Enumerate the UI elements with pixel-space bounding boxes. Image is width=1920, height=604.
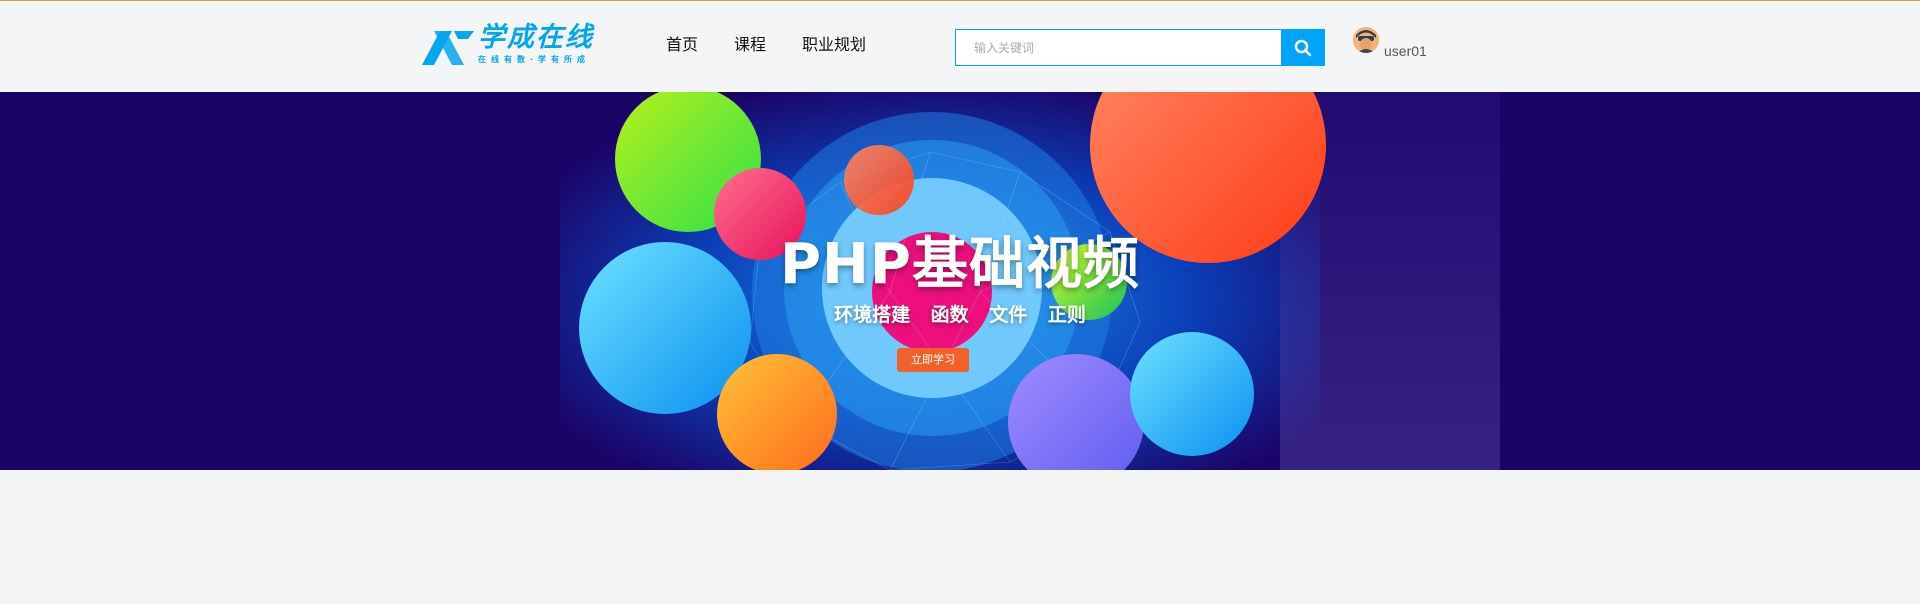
site-logo[interactable]: 学成在线 在线有数·学有所成 [420,22,600,69]
nav-item-courses[interactable]: 课程 [734,35,766,57]
user-avatar[interactable] [1353,27,1379,53]
search-bar [955,29,1325,66]
user-name[interactable]: user01 [1384,43,1427,59]
logo-x-icon [422,31,474,65]
logo-brand-text: 学成在线 [478,22,594,53]
search-input[interactable] [955,29,1281,66]
main-nav: 首页 课程 职业规划 [666,35,902,57]
nav-item-home[interactable]: 首页 [666,35,698,57]
banner-subtitle: 环境搭建 函数 文件 正则 [834,304,1086,326]
start-learning-button[interactable]: 立即学习 [897,348,969,372]
nav-item-career[interactable]: 职业规划 [802,35,866,57]
banner-image: PHP基础视频 环境搭建 函数 文件 正则 立即学习 [420,92,1500,470]
site-header: 学成在线 在线有数·学有所成 首页 课程 职业规划 user01 [0,1,1920,92]
hero-banner[interactable]: PHP基础视频 环境搭建 函数 文件 正则 立即学习 [0,92,1920,470]
banner-title: PHP基础视频 [780,232,1140,297]
search-icon [1294,39,1312,56]
logo-slogan: 在线有数·学有所成 [478,55,591,64]
search-button[interactable] [1281,29,1325,66]
